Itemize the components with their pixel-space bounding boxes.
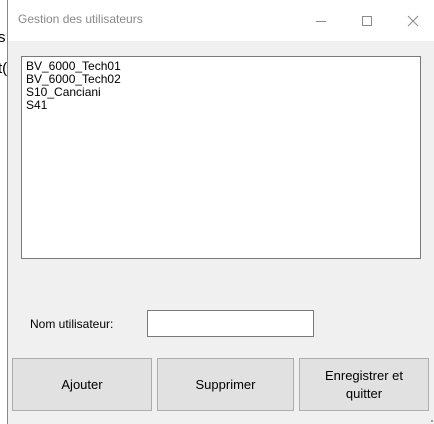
add-button-label: Ajouter (61, 376, 103, 392)
delete-button[interactable]: Supprimer (157, 358, 294, 411)
maximize-button[interactable] (344, 0, 390, 41)
user-management-window: Gestion des utilisateurs BV_6000_Tech01 … (7, 0, 434, 424)
close-icon (407, 15, 419, 26)
users-listbox[interactable]: BV_6000_Tech01 BV_6000_Tech02 S10_Cancia… (21, 56, 421, 259)
maximize-icon (362, 15, 372, 26)
title-bar[interactable]: Gestion des utilisateurs (8, 0, 434, 41)
background-text-fragment: s (0, 29, 6, 46)
minimize-button[interactable] (298, 0, 344, 41)
username-label: Nom utilisateur: (30, 317, 114, 331)
save-and-quit-button[interactable]: Enregistrer et quitter (299, 358, 429, 411)
add-button[interactable]: Ajouter (12, 358, 152, 411)
resize-grip[interactable] (431, 420, 433, 422)
minimize-icon (316, 20, 326, 22)
list-item[interactable]: S10_Canciani (26, 86, 416, 99)
list-item[interactable]: S41 (26, 99, 416, 112)
close-button[interactable] (390, 0, 434, 41)
delete-button-label: Supprimer (195, 376, 256, 392)
username-input[interactable] (147, 310, 314, 337)
save-and-quit-button-label: Enregistrer et quitter (324, 367, 404, 401)
window-title: Gestion des utilisateurs (18, 12, 143, 26)
